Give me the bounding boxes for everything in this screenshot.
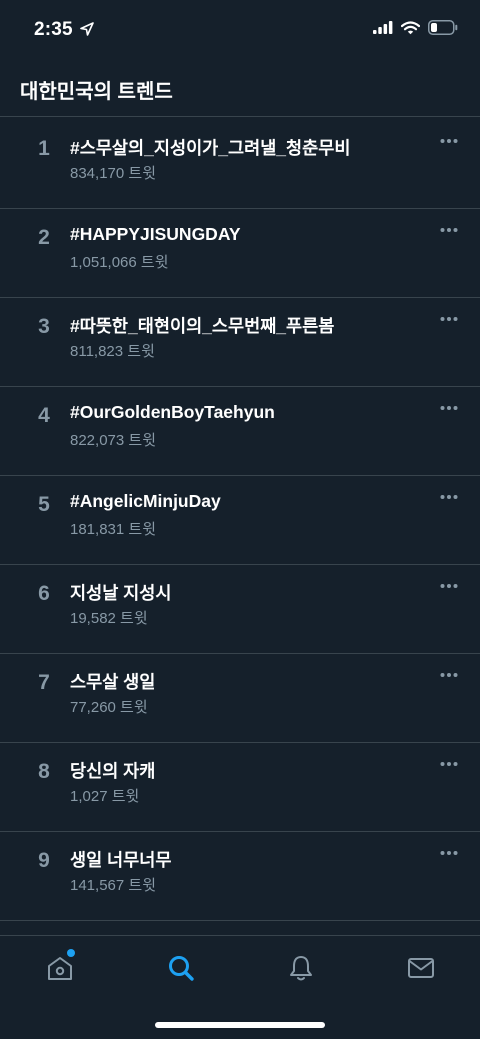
page-title: 대한민국의 트렌드 xyxy=(20,81,173,103)
trend-item-5[interactable]: 5 #AngelicMinjuDay 181,831 트윗 xyxy=(0,476,480,565)
trend-name: #따뜻한_태현이의_스무번째_푸른봄 xyxy=(70,316,335,336)
trend-item-2[interactable]: 2 #HAPPYJISUNGDAY 1,051,066 트윗 xyxy=(0,209,480,298)
search-icon[interactable] xyxy=(166,953,196,983)
notifications-icon[interactable] xyxy=(286,953,316,983)
page-header: 대한민국의 트렌드 xyxy=(0,62,480,117)
trend-tweet-count: 834,170 트윗 xyxy=(70,165,156,182)
trend-item-4[interactable]: 4 #OurGoldenBoyTaehyun 822,073 트윗 xyxy=(0,387,480,476)
trend-rank: 2 xyxy=(38,226,50,249)
status-bar: 2:35 xyxy=(0,0,480,62)
trend-tweet-count: 141,567 트윗 xyxy=(70,877,156,894)
status-icons xyxy=(373,20,458,35)
location-arrow-icon xyxy=(80,22,94,36)
messages-icon[interactable] xyxy=(406,953,436,983)
cellular-signal-icon xyxy=(373,21,393,34)
more-options-icon[interactable] xyxy=(440,672,458,678)
trend-rank: 7 xyxy=(38,671,50,694)
status-time: 2:35 xyxy=(34,19,73,40)
more-options-icon[interactable] xyxy=(440,761,458,767)
battery-icon xyxy=(428,20,458,35)
trend-tweet-count: 19,582 트윗 xyxy=(70,610,148,627)
more-options-icon[interactable] xyxy=(440,227,458,233)
notification-dot xyxy=(67,949,75,957)
trend-rank: 4 xyxy=(38,404,50,427)
home-icon[interactable] xyxy=(45,953,75,983)
more-options-icon[interactable] xyxy=(440,850,458,856)
trend-list: 1 #스무살의_지성이가_그려낼_청춘무비 834,170 트윗 2 #HAPP… xyxy=(0,120,480,921)
trend-item-1[interactable]: 1 #스무살의_지성이가_그려낼_청춘무비 834,170 트윗 xyxy=(0,120,480,209)
trend-item-8[interactable]: 8 당신의 자캐 1,027 트윗 xyxy=(0,743,480,832)
trend-item-6[interactable]: 6 지성날 지성시 19,582 트윗 xyxy=(0,565,480,654)
trend-tweet-count: 1,027 트윗 xyxy=(70,788,140,805)
trend-name: 지성날 지성시 xyxy=(70,583,172,603)
trend-item-7[interactable]: 7 스무살 생일 77,260 트윗 xyxy=(0,654,480,743)
wifi-icon xyxy=(401,20,420,34)
more-options-icon[interactable] xyxy=(440,583,458,589)
trend-item-3[interactable]: 3 #따뜻한_태현이의_스무번째_푸른봄 811,823 트윗 xyxy=(0,298,480,387)
more-options-icon[interactable] xyxy=(440,405,458,411)
trend-item-9[interactable]: 9 생일 너무너무 141,567 트윗 xyxy=(0,832,480,921)
trend-rank: 5 xyxy=(38,493,50,516)
trend-name: #HAPPYJISUNGDAY xyxy=(70,224,241,244)
trend-name: 생일 너무너무 xyxy=(70,850,172,870)
trend-tweet-count: 1,051,066 트윗 xyxy=(70,254,169,271)
trend-rank: 9 xyxy=(38,849,50,872)
trend-name: #스무살의_지성이가_그려낼_청춘무비 xyxy=(70,138,351,158)
trend-rank: 3 xyxy=(38,315,50,338)
trend-name: #AngelicMinjuDay xyxy=(70,491,221,511)
home-indicator[interactable] xyxy=(155,1022,325,1028)
trend-name: 스무살 생일 xyxy=(70,672,156,692)
more-options-icon[interactable] xyxy=(440,494,458,500)
more-options-icon[interactable] xyxy=(440,316,458,322)
trend-tweet-count: 822,073 트윗 xyxy=(70,432,156,449)
trend-rank: 1 xyxy=(38,137,50,160)
more-options-icon[interactable] xyxy=(440,138,458,144)
trend-rank: 8 xyxy=(38,760,50,783)
trend-tweet-count: 181,831 트윗 xyxy=(70,521,156,538)
trend-tweet-count: 77,260 트윗 xyxy=(70,699,148,716)
trend-name: 당신의 자캐 xyxy=(70,761,156,781)
trend-tweet-count: 811,823 트윗 xyxy=(70,343,155,360)
trend-name: #OurGoldenBoyTaehyun xyxy=(70,402,275,422)
trend-rank: 6 xyxy=(38,582,50,605)
